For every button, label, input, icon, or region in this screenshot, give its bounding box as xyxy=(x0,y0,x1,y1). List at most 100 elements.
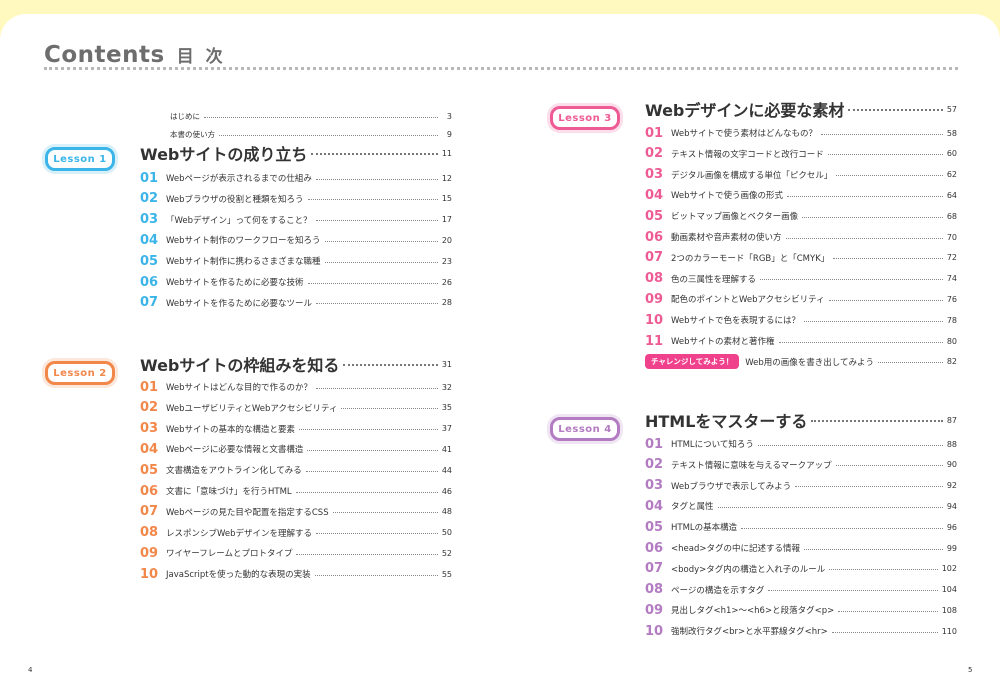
toc-entry[interactable]: 05 文書構造をアウトライン化してみる 44 xyxy=(140,460,452,480)
entry-number: 02 xyxy=(645,457,664,473)
toc-entry[interactable]: 03 デジタル画像を構成する単位「ピクセル」 62 xyxy=(645,165,957,185)
lesson-title-row[interactable]: Webサイトの成り立ち 11 xyxy=(140,140,452,166)
toc-entry[interactable]: 02 テキスト情報の文字コードと改行コード 60 xyxy=(645,144,957,164)
lesson-title-row[interactable]: Webデザインに必要な素材 57 xyxy=(645,96,957,122)
entry-number: 05 xyxy=(645,519,664,535)
dot-leader xyxy=(821,133,943,135)
title-jp: 目 次 xyxy=(176,47,226,67)
dot-leader xyxy=(835,465,943,467)
entry-number: 07 xyxy=(645,561,664,577)
toc-entry[interactable]: 08 レスポンシブWebデザインを理解する 50 xyxy=(140,523,452,543)
title-en: Contents xyxy=(44,42,165,68)
page-number: 80 xyxy=(946,336,957,346)
toc-entry[interactable]: 07 Webサイトを作るために必要なツール 28 xyxy=(140,293,452,313)
toc-entry[interactable]: 01 Webサイトはどんな目的で作るのか？ 32 xyxy=(140,377,452,397)
entry-number: 02 xyxy=(645,146,664,162)
entry-number: 07 xyxy=(140,504,159,520)
page-number: 104 xyxy=(941,585,957,595)
page-number: 11 xyxy=(441,148,452,158)
entry-label: 色の三属性を理解する xyxy=(671,274,757,285)
toc-entry[interactable]: 06 文書に「意味づけ」を行うHTML 46 xyxy=(140,481,452,501)
toc-entry[interactable]: 04 タグと属性 94 xyxy=(645,496,957,516)
dot-leader xyxy=(828,299,943,301)
entry-label: <body>タグ内の構造と入れ子のルール xyxy=(671,564,826,575)
entry-label: ワイヤーフレームとプロトタイプ xyxy=(166,549,293,560)
lesson-badge: Lesson 2 xyxy=(45,361,115,385)
lesson-badge: Lesson 4 xyxy=(550,417,620,441)
toc-entry[interactable]: 10 Webサイトで色を表現するには？ 78 xyxy=(645,310,957,330)
page-number: 96 xyxy=(946,522,957,532)
toc-entry[interactable]: 01 HTMLについて知ろう 88 xyxy=(645,434,957,454)
page-number: 23 xyxy=(441,256,452,266)
entry-label: 動画素材や音声素材の使い方 xyxy=(671,233,782,243)
dot-leader xyxy=(787,195,943,197)
entry-number: 06 xyxy=(140,274,159,290)
dot-leader xyxy=(827,154,943,156)
page-number: 28 xyxy=(441,298,452,308)
toc-entry[interactable]: 01 Webサイトで使う素材はどんなもの？ 58 xyxy=(645,123,957,143)
entry-label: 文書構造をアウトライン化してみる xyxy=(166,466,302,477)
title-divider xyxy=(44,67,958,70)
entry-label: デジタル画像を構成する単位「ピクセル」 xyxy=(671,170,833,181)
toc-entry[interactable]: 09 見出しタグ<h1>〜<h6>と段落タグ<p> 108 xyxy=(645,600,957,620)
toc-entry[interactable]: 05 HTMLの基本構造 96 xyxy=(645,517,957,537)
toc-entry[interactable]: 04 Webサイトで使う画像の形式 64 xyxy=(645,185,957,205)
entry-number: 01 xyxy=(140,379,159,395)
toc-entry[interactable]: 09 ワイヤーフレームとプロトタイプ 52 xyxy=(140,543,452,563)
toc-entry[interactable]: 05 Webサイト制作に携わるさまざまな職種 23 xyxy=(140,251,452,271)
intro-entry[interactable]: はじめに 3 xyxy=(170,108,452,124)
lesson-badge: Lesson 3 xyxy=(550,106,620,130)
page-number: 41 xyxy=(441,444,452,454)
challenge-entry[interactable]: チャレンジしてみよう！ Web用の画像を書き出してみよう 82 xyxy=(645,352,957,372)
toc-entry[interactable]: 08 ページの構造を示すタグ 104 xyxy=(645,580,957,600)
dot-leader xyxy=(768,590,938,592)
toc-entry[interactable]: 02 テキスト情報に意味を与えるマークアップ 90 xyxy=(645,455,957,475)
dot-leader xyxy=(877,362,943,364)
page-number: 37 xyxy=(441,424,452,434)
entry-label: JavaScriptを使った動的な表現の実装 xyxy=(166,570,311,581)
lesson-title: Webデザインに必要な素材 xyxy=(645,101,845,120)
dot-leader xyxy=(717,506,943,508)
toc-entry[interactable]: 01 Webページが表示されるまでの仕組み 12 xyxy=(140,168,452,188)
toc-entry[interactable]: 06 動画素材や音声素材の使い方 70 xyxy=(645,227,957,247)
toc-entry[interactable]: 05 ビットマップ画像とベクター画像 68 xyxy=(645,206,957,226)
entry-number: 04 xyxy=(140,441,159,457)
lesson-badge: Lesson 1 xyxy=(45,147,115,171)
entry-label: テキスト情報の文字コードと改行コード xyxy=(671,149,824,160)
toc-entry[interactable]: 09 配色のポイントとWebアクセシビリティ 76 xyxy=(645,289,957,309)
page-number: 57 xyxy=(946,104,957,114)
dot-leader xyxy=(315,178,438,180)
toc-entry[interactable]: 03 「Webデザイン」って何をすること？ 17 xyxy=(140,210,452,230)
toc-entry[interactable]: 07 <body>タグ内の構造と入れ子のルール 102 xyxy=(645,559,957,579)
lesson-badge-label: Lesson 1 xyxy=(53,153,107,165)
toc-entry[interactable]: 03 Webブラウザで表示してみよう 92 xyxy=(645,476,957,496)
toc-entry[interactable]: 06 Webサイトを作るために必要な技術 26 xyxy=(140,272,452,292)
toc-entry[interactable]: 06 <head>タグの中に記述する情報 99 xyxy=(645,538,957,558)
lesson-title-row[interactable]: Webサイトの枠組みを知る 31 xyxy=(140,351,452,377)
toc-entry[interactable]: 10 強制改行タグ<br>と水平罫線タグ<hr> 110 xyxy=(645,621,957,641)
entry-number: 08 xyxy=(645,582,664,598)
toc-entry[interactable]: 04 Webページに必要な情報と文書構造 41 xyxy=(140,439,452,459)
page-number: 94 xyxy=(946,501,957,511)
entry-number: 02 xyxy=(140,400,159,416)
entry-number: 04 xyxy=(645,498,664,514)
page-number: 58 xyxy=(946,128,957,138)
toc-entry[interactable]: 03 Webサイトの基本的な構造と要素 37 xyxy=(140,419,452,439)
toc-entry[interactable]: 11 Webサイトの素材と著作権 80 xyxy=(645,331,957,351)
dot-leader xyxy=(316,387,438,389)
entry-number: 02 xyxy=(140,191,159,207)
toc-entry[interactable]: 07 Webページの見た目や配置を指定するCSS 48 xyxy=(140,502,452,522)
toc-entry[interactable]: 07 2つのカラーモード「RGB」と「CMYK」 72 xyxy=(645,248,957,268)
entry-label: Webサイトで使う素材はどんなもの？ xyxy=(671,129,818,139)
dot-leader xyxy=(795,486,943,488)
toc-entry[interactable]: 02 Webブラウザの役割と種類を知ろう 15 xyxy=(140,189,452,209)
toc-entry[interactable]: 08 色の三属性を理解する 74 xyxy=(645,269,957,289)
entry-number: 09 xyxy=(645,602,664,618)
dot-leader xyxy=(324,240,438,242)
toc-entry[interactable]: 04 Webサイト制作のワークフローを知ろう 20 xyxy=(140,230,452,250)
lesson-title-row[interactable]: HTMLをマスターする 87 xyxy=(645,407,957,433)
toc-entry[interactable]: 02 WebユーザビリティとWebアクセシビリティ 35 xyxy=(140,398,452,418)
entry-number: 03 xyxy=(140,212,159,228)
dot-leader xyxy=(741,527,943,529)
toc-entry[interactable]: 10 JavaScriptを使った動的な表現の実装 55 xyxy=(140,564,452,584)
